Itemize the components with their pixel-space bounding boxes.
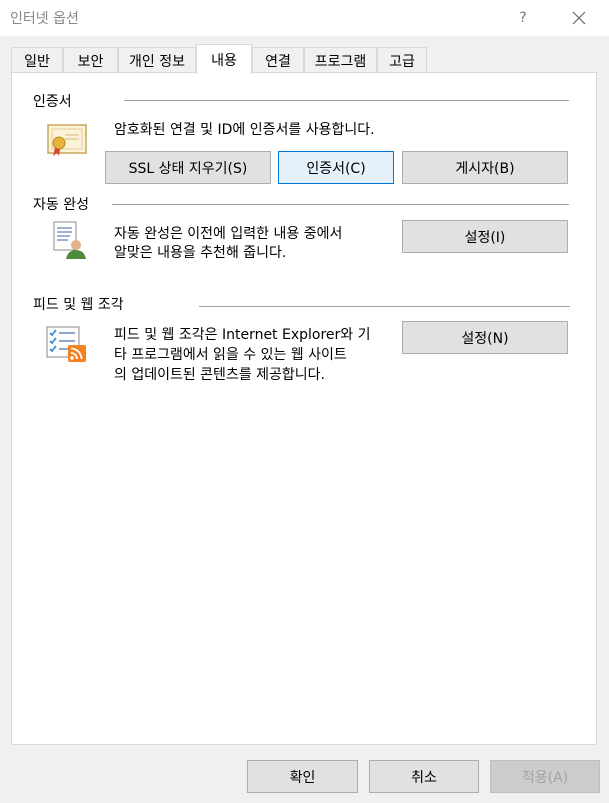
tab-strip: 일반 보안 개인 정보 내용 연결 프로그램 고급 bbox=[11, 44, 431, 74]
clear-ssl-state-button[interactable]: SSL 상태 지우기(S) bbox=[105, 151, 271, 184]
autocomplete-title: 자동 완성 bbox=[33, 194, 95, 214]
tab-programs[interactable]: 프로그램 bbox=[304, 47, 377, 73]
tab-security[interactable]: 보안 bbox=[63, 47, 118, 73]
cancel-button[interactable]: 취소 bbox=[369, 760, 479, 793]
autocomplete-description-line2: 알맞은 내용을 추천해 줍니다. bbox=[114, 245, 287, 261]
certificate-icon bbox=[47, 124, 87, 156]
certificates-description: 암호화된 연결 및 ID에 인증서를 사용합니다. bbox=[114, 122, 375, 138]
tab-advanced[interactable]: 고급 bbox=[377, 47, 427, 73]
title-bar: 인터넷 옵션 ? bbox=[0, 0, 609, 36]
tab-content[interactable]: 내용 bbox=[196, 44, 252, 74]
tab-general[interactable]: 일반 bbox=[11, 47, 63, 73]
certificates-title: 인증서 bbox=[33, 91, 78, 111]
window-title: 인터넷 옵션 bbox=[10, 11, 79, 27]
feeds-icon bbox=[46, 326, 86, 362]
tab-privacy[interactable]: 개인 정보 bbox=[118, 47, 196, 73]
help-button[interactable]: ? bbox=[500, 0, 546, 36]
certificates-divider bbox=[124, 100, 569, 101]
feeds-description-line3: 의 업데이트된 콘텐츠를 제공합니다. bbox=[114, 367, 325, 383]
close-button[interactable] bbox=[556, 0, 602, 36]
feeds-settings-button[interactable]: 설정(N) bbox=[402, 321, 568, 354]
feeds-title: 피드 및 웹 조각 bbox=[33, 294, 130, 314]
ok-button[interactable]: 확인 bbox=[247, 760, 358, 793]
autocomplete-settings-button[interactable]: 설정(I) bbox=[402, 220, 568, 253]
autocomplete-icon bbox=[53, 221, 86, 259]
feeds-description-line2: 타 프로그램에서 읽을 수 있는 웹 사이트 bbox=[114, 347, 347, 363]
autocomplete-description-line1: 자동 완성은 이전에 입력한 내용 중에서 bbox=[114, 226, 343, 242]
publishers-button[interactable]: 게시자(B) bbox=[402, 151, 568, 184]
tab-connections[interactable]: 연결 bbox=[252, 47, 304, 73]
apply-button[interactable]: 적용(A) bbox=[490, 760, 600, 793]
feeds-divider bbox=[199, 306, 570, 307]
close-icon bbox=[572, 11, 586, 25]
feeds-description-line1: 피드 및 웹 조각은 Internet Explorer와 기 bbox=[114, 327, 371, 343]
certificates-button[interactable]: 인증서(C) bbox=[278, 151, 394, 184]
content-panel: 인증서 암호화된 연결 및 ID에 인증서를 사용합니다. SSL 상태 지우기… bbox=[11, 72, 597, 745]
autocomplete-divider bbox=[112, 204, 569, 205]
